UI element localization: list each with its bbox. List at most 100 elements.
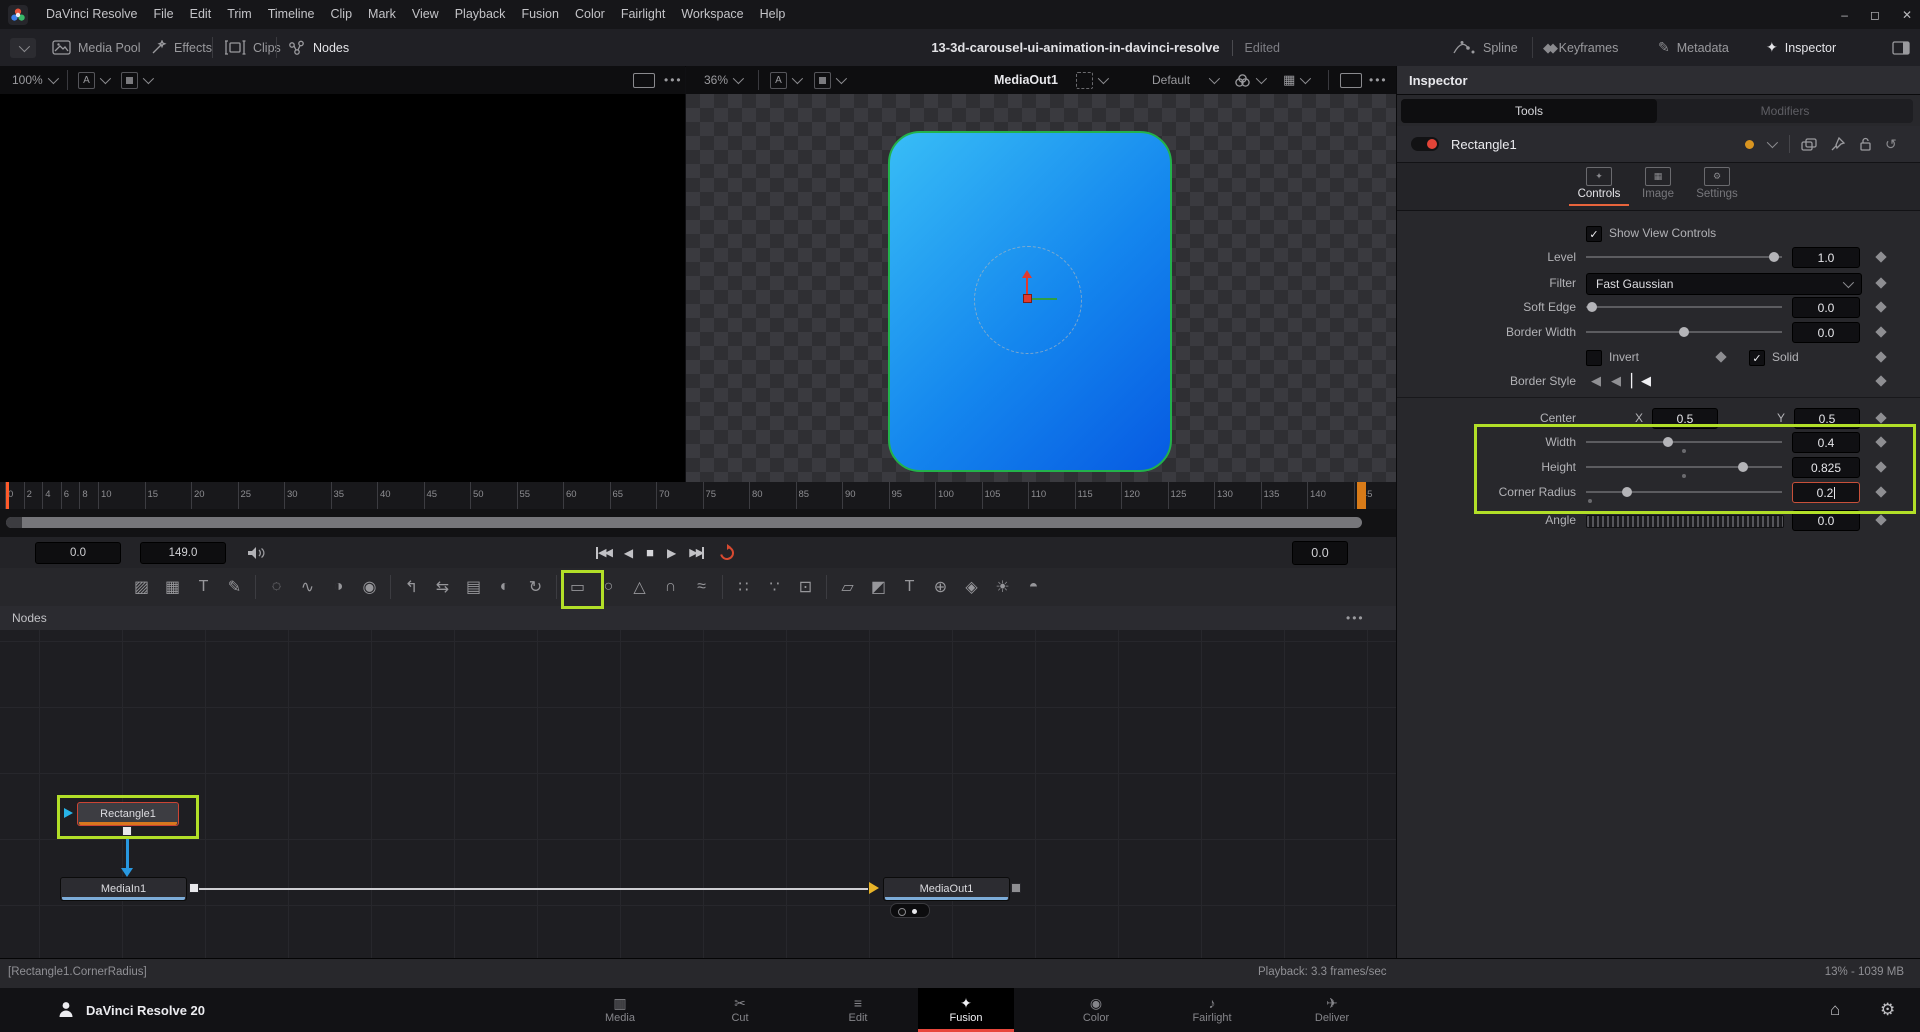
panel-layout-button[interactable] [1892,29,1910,66]
right-viewer-grid-select[interactable]: ▦ [1283,66,1308,94]
window-close-button[interactable]: ✕ [1902,8,1912,22]
node-color-chevron[interactable] [1767,126,1775,162]
go-to-start-button[interactable]: ◀◀ [596,546,611,559]
prender-tool-icon[interactable]: ∵ [759,577,790,597]
border-width-value[interactable]: 0.0 [1792,322,1860,343]
invert-checkbox[interactable] [1586,350,1602,366]
keyframes-button[interactable]: ◆◆ Keyframes [1543,29,1618,66]
inspector-button[interactable]: ✦ Inspector [1766,29,1836,66]
range-start-field[interactable]: 0.0 [35,542,121,564]
window-minimize-button[interactable]: – [1841,8,1848,22]
text3d-tool-icon[interactable]: T [894,578,925,596]
node-graph[interactable]: Rectangle1 MediaIn1 MediaOut1 [0,630,1396,958]
spotlight-tool-icon[interactable]: ☀ [987,577,1018,597]
menu-workspace[interactable]: Workspace [673,0,751,29]
filter-keyframe-diamond[interactable] [1875,277,1886,288]
subtab-image[interactable]: ▦ Image [1629,167,1687,206]
node-color-dot[interactable] [1745,126,1754,162]
play-button[interactable]: ▶ [667,546,676,560]
angle-thumbwheel[interactable] [1586,515,1784,528]
timeline-scrollbar[interactable] [6,517,1362,528]
camera3d-tool-icon[interactable]: ◈ [956,577,987,597]
menu-help[interactable]: Help [752,0,794,29]
nodes-panel-options-button[interactable]: ••• [1346,611,1365,625]
angle-keyframe-diamond[interactable] [1875,514,1886,525]
page-color[interactable]: ◉Color [1048,988,1144,1032]
menu-fusion[interactable]: Fusion [513,0,567,29]
range-end-field[interactable]: 149.0 [140,542,226,564]
page-media[interactable]: ▥Media [572,988,668,1032]
menu-fairlight[interactable]: Fairlight [613,0,673,29]
border-width-keyframe-diamond[interactable] [1875,326,1886,337]
paint-tool-icon[interactable]: ✎ [219,577,250,597]
right-viewer-canvas[interactable] [686,94,1396,482]
hue-curves-tool-icon[interactable]: ◉ [354,577,385,597]
menu-davinci-resolve[interactable]: DaVinci Resolve [38,0,145,29]
node-enable-toggle[interactable] [1411,137,1439,151]
play-reverse-button[interactable]: ◀ [624,546,633,560]
menu-clip[interactable]: Clip [323,0,361,29]
window-maximize-button[interactable]: ◻ [1870,8,1880,22]
pin-icon[interactable] [1831,126,1845,162]
color-curves-tool-icon[interactable]: ∿ [292,577,323,597]
page-cut[interactable]: ✂Cut [692,988,788,1032]
menu-file[interactable]: File [145,0,181,29]
center-handle-dot[interactable] [1023,294,1032,303]
tab-tools[interactable]: Tools [1401,99,1657,123]
imageplane3d-tool-icon[interactable]: ▱ [832,577,863,597]
left-viewer-canvas[interactable] [0,94,685,482]
subtab-settings[interactable]: ⚙ Settings [1688,167,1746,206]
go-to-end-button[interactable]: ▶▶ [689,546,704,559]
border-style-keyframe-diamond[interactable] [1875,375,1886,386]
tab-modifiers[interactable]: Modifiers [1657,99,1913,123]
menu-playback[interactable]: Playback [447,0,514,29]
layer-tool-icon[interactable]: ▤ [458,577,489,597]
metadata-button[interactable]: ✎ Metadata [1658,29,1729,66]
background-tool-icon[interactable]: ▨ [126,577,157,597]
effects-button[interactable]: Effects [150,29,212,66]
subtab-controls[interactable]: ✦ Controls [1570,167,1628,206]
left-viewer-zoom-select[interactable]: 100% [12,66,56,94]
mediain1-output-square[interactable] [189,883,199,893]
color-corrector-tool-icon[interactable]: ◑ [323,578,354,596]
filter-dropdown[interactable]: Fast Gaussian [1586,273,1862,295]
border-width-slider[interactable] [1586,320,1782,344]
lock-icon[interactable] [1859,126,1872,162]
playhead[interactable] [6,482,9,509]
center-handle-arrow[interactable] [1022,270,1032,278]
menu-view[interactable]: View [404,0,447,29]
audio-mute-button[interactable] [246,537,266,568]
spline-button[interactable]: Spline [1452,29,1518,66]
right-viewer-expand-button[interactable] [1340,66,1362,94]
node-mediain1[interactable]: MediaIn1 [60,877,187,901]
page-fairlight[interactable]: ♪Fairlight [1164,988,1260,1032]
soft-edge-slider[interactable] [1586,295,1782,319]
bspline-tool-icon[interactable]: ∩ [655,578,686,596]
page-fusion[interactable]: ✦Fusion [918,988,1014,1032]
right-viewer-buffer-select[interactable] [814,66,844,94]
stop-button[interactable]: ■ [646,545,654,560]
menu-trim[interactable]: Trim [219,0,260,29]
soft-edge-value[interactable]: 0.0 [1792,297,1860,318]
right-viewer-lut-select[interactable]: Default [1152,66,1217,94]
matte-control-tool-icon[interactable]: ◐ [489,578,520,596]
media-pool-button[interactable]: Media Pool [52,29,141,66]
pregion-tool-icon[interactable]: ⊡ [790,577,821,597]
left-viewer-channel-select[interactable]: A [78,66,108,94]
app-logo-icon[interactable] [8,5,28,25]
mediaout1-output-square[interactable] [1011,883,1021,893]
channel-booleans-tool-icon[interactable]: ⇆ [427,577,458,597]
connection-mediain-to-mediaout[interactable] [199,888,868,890]
fastnoise-tool-icon[interactable]: ▦ [157,577,188,597]
left-viewer-expand-button[interactable] [633,66,655,94]
settings-button[interactable]: ⚙ [1880,988,1895,1032]
transform-tool-icon[interactable]: ↻ [520,577,551,597]
nodes-button[interactable]: Nodes [288,29,349,66]
left-viewer-buffer-select[interactable] [121,66,151,94]
center-keyframe-diamond[interactable] [1875,412,1886,423]
menu-mark[interactable]: Mark [360,0,404,29]
wand-mask-tool-icon[interactable]: ≈ [686,578,717,596]
menu-timeline[interactable]: Timeline [260,0,323,29]
merge-tool-icon[interactable]: ↰ [396,577,427,597]
right-viewer-color-controls[interactable] [1234,66,1264,94]
